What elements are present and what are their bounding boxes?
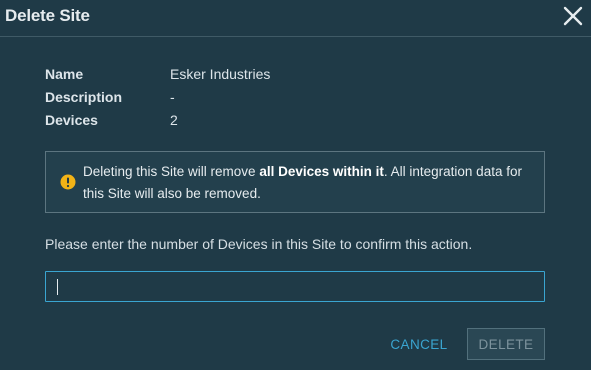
delete-site-dialog: Delete Site Name Esker Industries Descri… xyxy=(0,0,591,370)
cancel-button[interactable]: CANCEL xyxy=(387,328,451,360)
detail-label: Name xyxy=(45,66,84,82)
dialog-header: Delete Site xyxy=(0,0,591,37)
close-icon[interactable] xyxy=(561,4,585,28)
detail-label: Description xyxy=(45,89,123,105)
detail-row-devices: Devices 2 xyxy=(45,110,445,133)
detail-value: Esker Industries xyxy=(170,66,271,82)
detail-row-description: Description - xyxy=(45,87,445,110)
dialog-title: Delete Site xyxy=(5,6,90,25)
detail-value: 2 xyxy=(170,112,178,128)
confirm-prompt: Please enter the number of Devices in th… xyxy=(45,236,473,252)
warning-icon xyxy=(60,174,76,190)
warning-text-bold: all Devices within it xyxy=(259,164,384,179)
site-details: Name Esker Industries Description - Devi… xyxy=(45,64,445,133)
detail-label: Devices xyxy=(45,112,98,128)
warning-text: Deleting this Site will remove all Devic… xyxy=(83,161,533,205)
detail-value: - xyxy=(170,89,175,105)
warning-text-before: Deleting this Site will remove xyxy=(83,164,260,179)
warning-banner: Deleting this Site will remove all Devic… xyxy=(45,151,545,213)
device-count-input[interactable] xyxy=(45,271,545,302)
detail-row-name: Name Esker Industries xyxy=(45,64,445,87)
delete-button[interactable]: DELETE xyxy=(467,328,545,360)
text-caret xyxy=(57,279,58,295)
